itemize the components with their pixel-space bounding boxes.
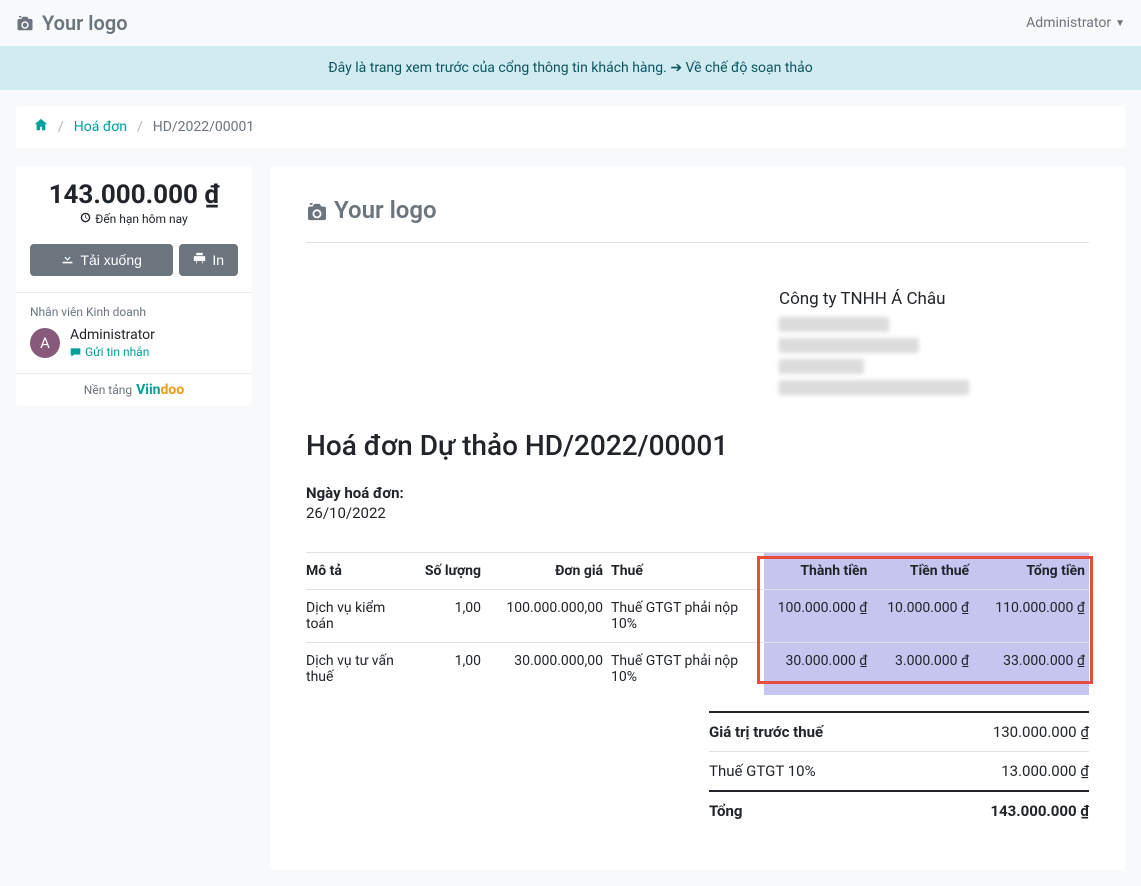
print-icon <box>193 252 206 268</box>
redacted-line <box>779 317 889 332</box>
breadcrumb: / Hoá đơn / HD/2022/00001 <box>16 106 1125 148</box>
table-row: Dịch vụ tư vấn thuế1,0030.000.000,00Thuế… <box>306 643 1089 696</box>
cell-unit-price: 100.000.000,00 <box>489 590 611 643</box>
line-items-table: Mô tả Số lượng Đơn giá Thuế Thành tiền T… <box>306 552 1089 695</box>
breadcrumb-invoices[interactable]: Hoá đơn <box>74 119 127 135</box>
cell-subtotal: 100.000.000 ₫ <box>764 590 876 643</box>
cell-tax-amount: 3.000.000 ₫ <box>875 643 977 696</box>
top-navbar: Your logo Administrator ▼ <box>0 0 1141 46</box>
download-button[interactable]: Tải xuống <box>30 244 173 276</box>
pretax-label: Giá trị trước thuế <box>709 723 823 741</box>
col-qty: Số lượng <box>418 553 489 590</box>
cell-tax: Thuế GTGT phải nộp 10% <box>611 590 764 643</box>
user-name: Administrator <box>1026 15 1111 31</box>
redacted-line <box>779 380 969 395</box>
download-icon <box>61 252 74 268</box>
table-row: Dịch vụ kiểm toán1,00100.000.000,00Thuế … <box>306 590 1089 643</box>
vat-label: Thuế GTGT 10% <box>709 762 816 780</box>
cell-total: 110.000.000 ₫ <box>977 590 1089 643</box>
caret-down-icon: ▼ <box>1115 18 1125 29</box>
redacted-line <box>779 338 919 353</box>
company-name: Công ty TNHH Á Châu <box>779 289 1089 309</box>
cell-tax: Thuế GTGT phải nộp 10% <box>611 643 764 696</box>
col-subtotal: Thành tiền <box>764 553 876 590</box>
cell-tax-amount: 10.000.000 ₫ <box>875 590 977 643</box>
pretax-value: 130.000.000 ₫ <box>993 723 1089 741</box>
amount-due: 143.000.000 ₫ <box>26 180 242 210</box>
col-tax: Thuế <box>611 553 764 590</box>
col-unit-price: Đơn giá <box>489 553 611 590</box>
brand-logo[interactable]: Your logo <box>16 11 128 35</box>
invoice-date-value: 26/10/2022 <box>306 504 1089 522</box>
total-value: 143.000.000 ₫ <box>990 802 1089 820</box>
invoice-date-label: Ngày hoá đơn: <box>306 484 1089 502</box>
print-button[interactable]: In <box>179 244 238 276</box>
due-date: Đến hạn hôm nay <box>26 212 242 226</box>
cell-qty: 1,00 <box>418 590 489 643</box>
platform-credit: Nền tảng Viindoo <box>16 373 252 406</box>
camera-icon <box>16 16 34 31</box>
cell-total: 33.000.000 ₫ <box>977 643 1089 696</box>
company-address: Công ty TNHH Á Châu <box>306 289 1089 401</box>
vat-value: 13.000.000 ₫ <box>1001 762 1089 780</box>
arrow-right-icon: ➔ <box>670 60 682 76</box>
sidebar: 143.000.000 ₫ Đến hạn hôm nay Tả <box>16 166 252 406</box>
user-dropdown[interactable]: Administrator ▼ <box>1026 15 1125 31</box>
comment-icon <box>70 347 81 358</box>
cell-subtotal: 30.000.000 ₫ <box>764 643 876 696</box>
back-to-edit-link[interactable]: Về chế độ soạn thảo <box>686 60 813 76</box>
col-desc: Mô tả <box>306 553 418 590</box>
preview-banner: Đây là trang xem trước của cổng thông ti… <box>0 46 1141 90</box>
send-message-link[interactable]: Gửi tin nhắn <box>70 345 155 359</box>
cell-qty: 1,00 <box>418 643 489 696</box>
viindoo-logo[interactable]: Viindoo <box>136 382 184 398</box>
camera-icon <box>306 203 324 218</box>
breadcrumb-sep: / <box>137 119 143 135</box>
doc-logo: Your logo <box>306 196 1089 243</box>
preview-text: Đây là trang xem trước của cổng thông ti… <box>328 60 667 76</box>
breadcrumb-current: HD/2022/00001 <box>153 119 255 135</box>
avatar: A <box>30 328 60 358</box>
cell-desc: Dịch vụ tư vấn thuế <box>306 643 418 696</box>
invoice-document: Your logo Công ty TNHH Á Châu Hoá đơn Dự… <box>270 166 1125 870</box>
clock-icon <box>80 212 91 226</box>
total-label: Tổng <box>709 802 742 820</box>
home-icon <box>34 118 48 132</box>
logo-text: Your logo <box>42 11 128 35</box>
col-tax-amount: Tiền thuế <box>875 553 977 590</box>
salesperson-name: Administrator <box>70 327 155 343</box>
totals-block: Giá trị trước thuế 130.000.000 ₫ Thuế GT… <box>709 711 1089 830</box>
invoice-title: Hoá đơn Dự thảo HD/2022/00001 <box>306 429 1089 462</box>
redacted-line <box>779 359 864 374</box>
cell-desc: Dịch vụ kiểm toán <box>306 590 418 643</box>
doc-logo-text: Your logo <box>334 196 437 224</box>
home-link[interactable] <box>34 118 48 136</box>
col-total: Tổng tiền <box>977 553 1089 590</box>
cell-unit-price: 30.000.000,00 <box>489 643 611 696</box>
breadcrumb-sep: / <box>58 119 64 135</box>
salesperson-label: Nhân viên Kinh doanh <box>30 305 238 319</box>
